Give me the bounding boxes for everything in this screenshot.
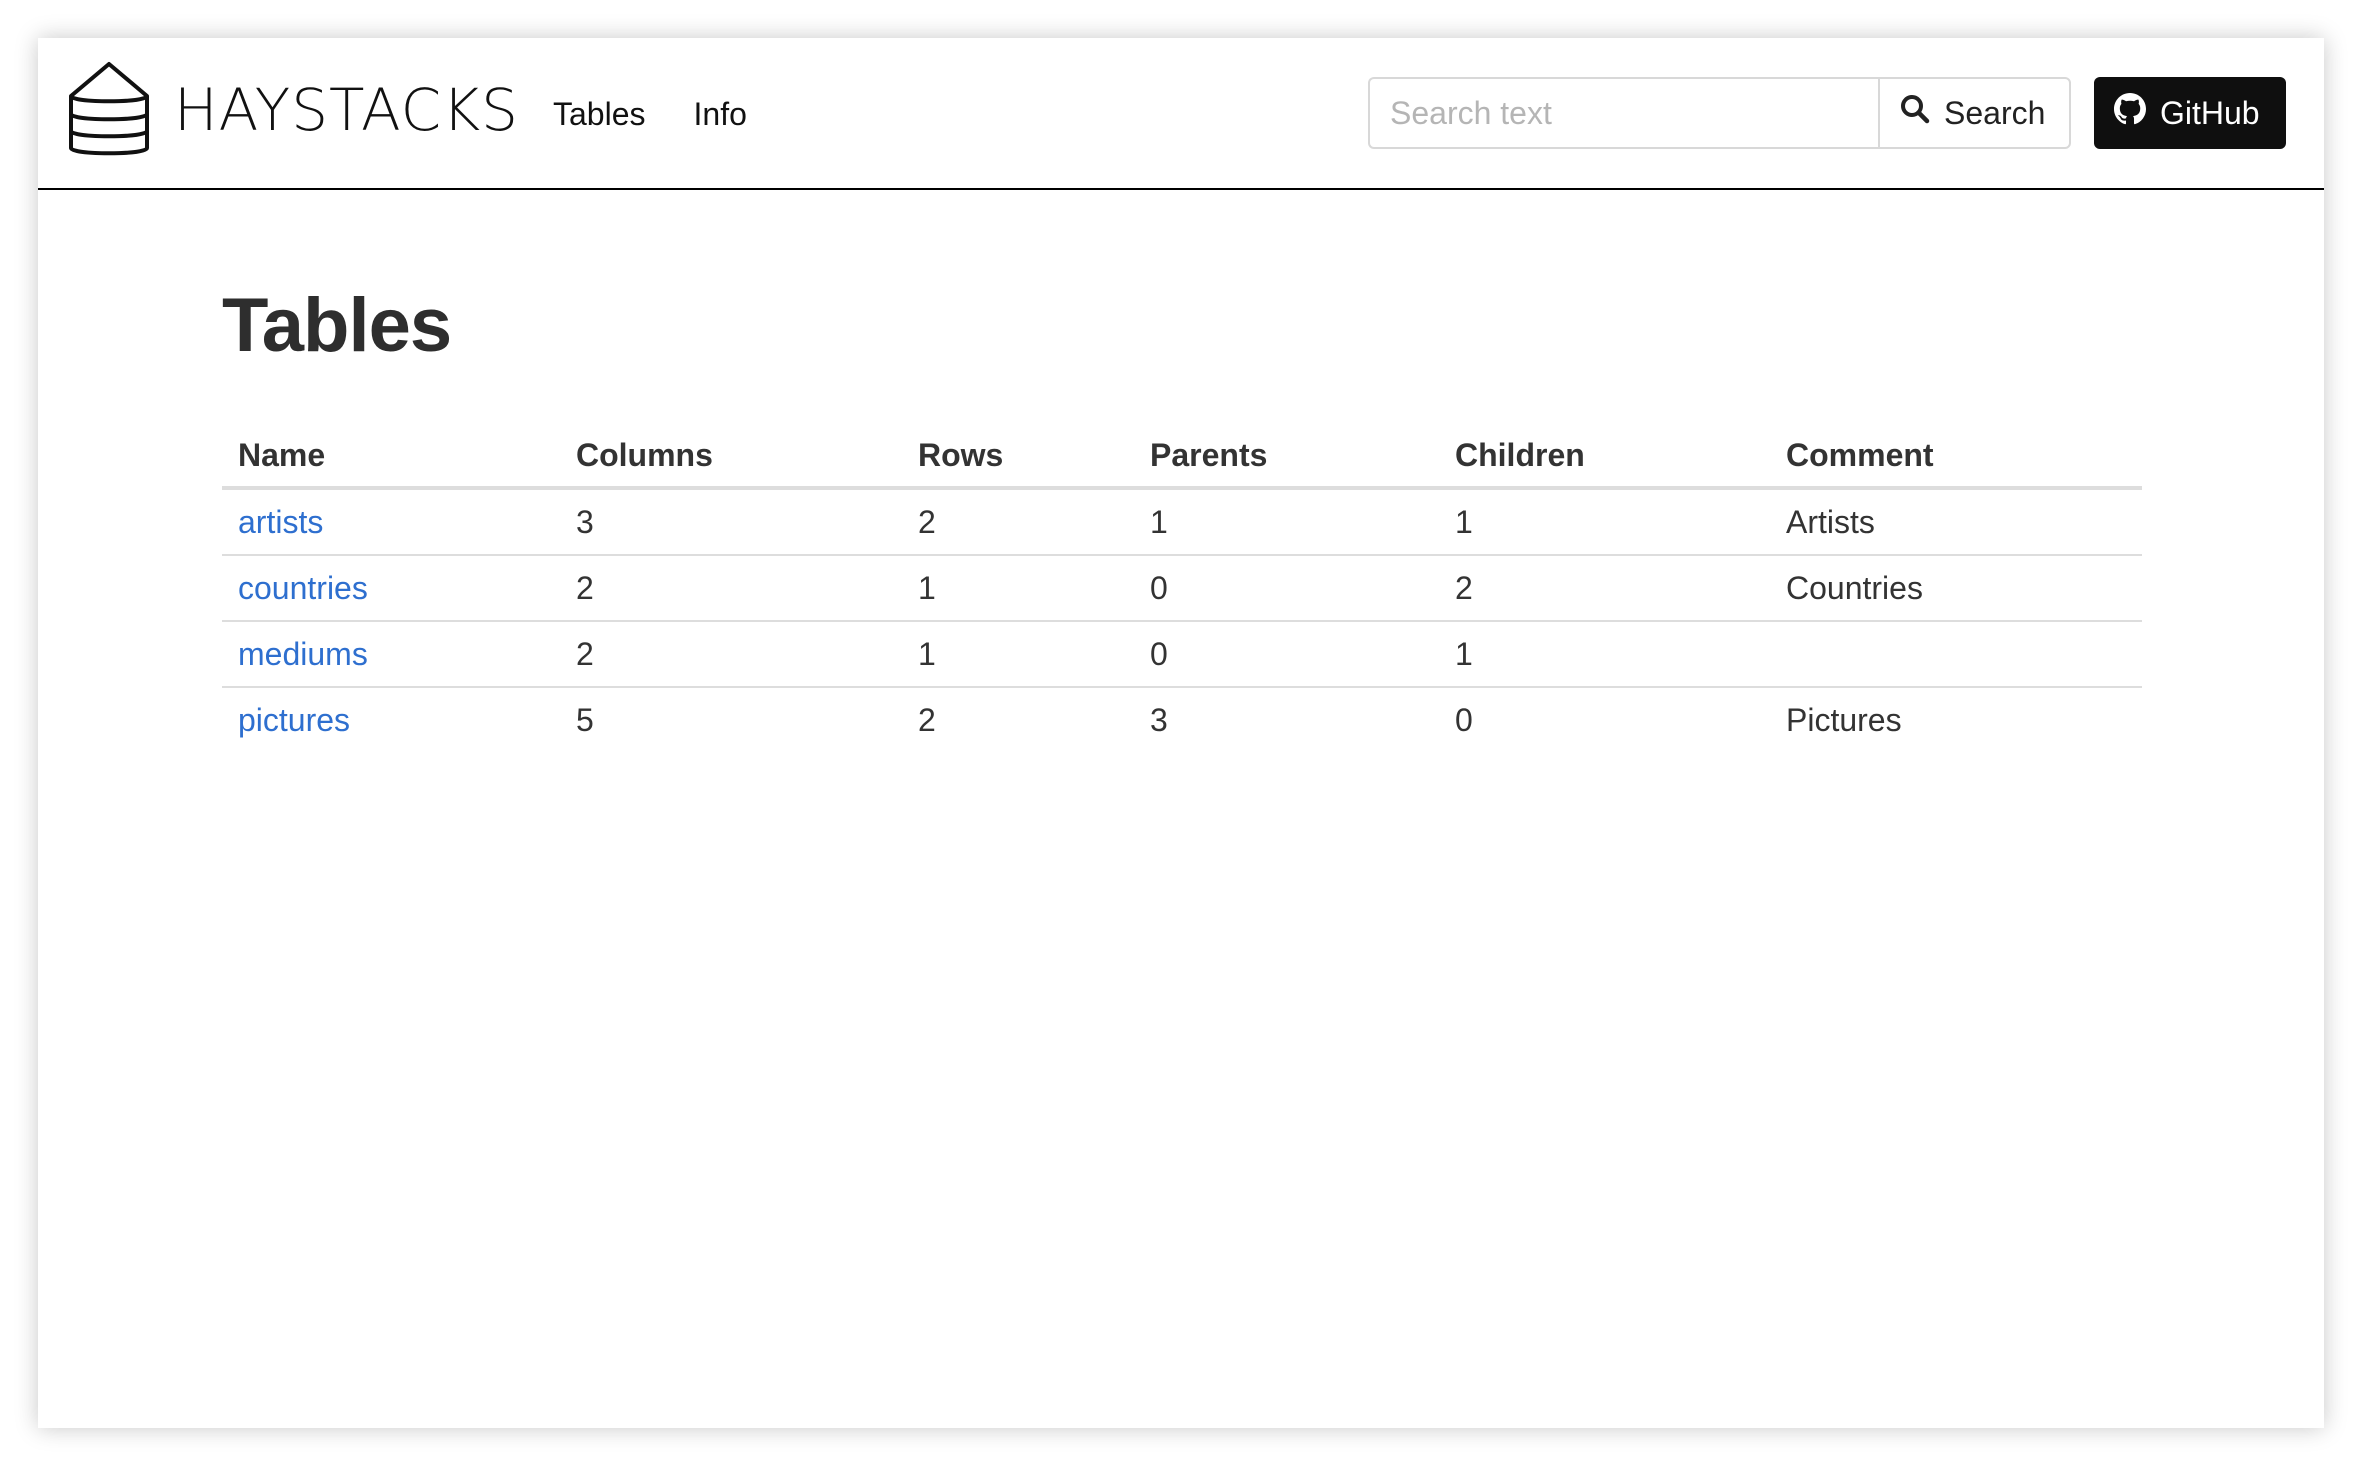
cell-name: artists [222, 488, 560, 556]
search-button-label: Search [1944, 94, 2046, 131]
tables-table: Name Columns Rows Parents Children Comme… [222, 424, 2142, 752]
cell-comment: Countries [1770, 555, 2142, 622]
table-row: artists 3 2 1 1 Artists [222, 488, 2142, 556]
cell-name: countries [222, 555, 560, 622]
cell-rows: 2 [918, 701, 936, 738]
header-comment[interactable]: Comment [1770, 424, 2142, 490]
cell-columns: 3 [560, 488, 902, 556]
cell-rows: 1 [902, 621, 1134, 688]
page-title: Tables [222, 283, 452, 368]
cell-parents: 1 [1134, 488, 1439, 556]
cell-rows: 1 [902, 555, 1134, 622]
cell-rows: 2 [902, 488, 1134, 556]
cell-children: 1 [1439, 488, 1770, 556]
table-row: pictures 5 2 3 0 Pictures [222, 687, 2142, 752]
table-row: mediums 2 1 0 1 [222, 621, 2142, 688]
header-name[interactable]: Name [222, 424, 560, 490]
cell-children: 1 [1439, 621, 1770, 688]
navbar: HAYSTACKS Tables Info Search text Search… [38, 38, 2324, 190]
search-form: Search [1368, 77, 2072, 149]
github-icon [2114, 93, 2160, 133]
table-link-artists[interactable]: artists [238, 504, 323, 540]
search-button[interactable]: Search [1878, 77, 2072, 149]
header-children[interactable]: Children [1439, 424, 1770, 490]
nav-link-info[interactable]: Info [694, 96, 747, 133]
cell-columns: 2 [560, 621, 902, 688]
nav-link-tables[interactable]: Tables [553, 96, 646, 133]
cell-columns: 5 [576, 701, 594, 738]
header-rows[interactable]: Rows [902, 424, 1134, 490]
header-parents[interactable]: Parents [1134, 424, 1439, 490]
github-button[interactable]: GitHub [2094, 77, 2286, 149]
brand-name: HAYSTACKS [174, 76, 519, 144]
cell-columns: 2 [560, 555, 902, 622]
table-link-mediums[interactable]: mediums [238, 636, 368, 672]
cell-parents: 0 [1134, 555, 1439, 622]
browser-window: HAYSTACKS Tables Info Search text Search… [38, 38, 2324, 1428]
table-link-pictures[interactable]: pictures [238, 702, 350, 738]
cell-name: pictures [222, 687, 560, 752]
github-button-label: GitHub [2160, 94, 2260, 131]
table-row: countries 2 1 0 2 Countries [222, 555, 2142, 622]
cell-parents: 0 [1134, 621, 1439, 688]
main-content: Tables Name Columns Rows Parents Childre… [222, 288, 2142, 752]
search-icon [1900, 94, 1944, 132]
cell-comment: Artists [1770, 488, 2142, 556]
table-header-row: Name Columns Rows Parents Children Comme… [222, 424, 2142, 490]
nav-links: Tables Info [553, 38, 795, 190]
cell-name: mediums [222, 621, 560, 688]
search-input[interactable] [1368, 77, 1878, 149]
haystack-logo-icon [68, 60, 150, 160]
header-columns[interactable]: Columns [560, 424, 902, 490]
cell-children: 0 [1455, 701, 1473, 738]
cell-parents: 3 [1150, 701, 1168, 738]
table-link-countries[interactable]: countries [238, 570, 368, 606]
cell-comment: Pictures [1786, 701, 1902, 738]
brand-link[interactable]: HAYSTACKS [68, 60, 519, 160]
cell-children: 2 [1439, 555, 1770, 622]
cell-comment [1770, 621, 2142, 688]
